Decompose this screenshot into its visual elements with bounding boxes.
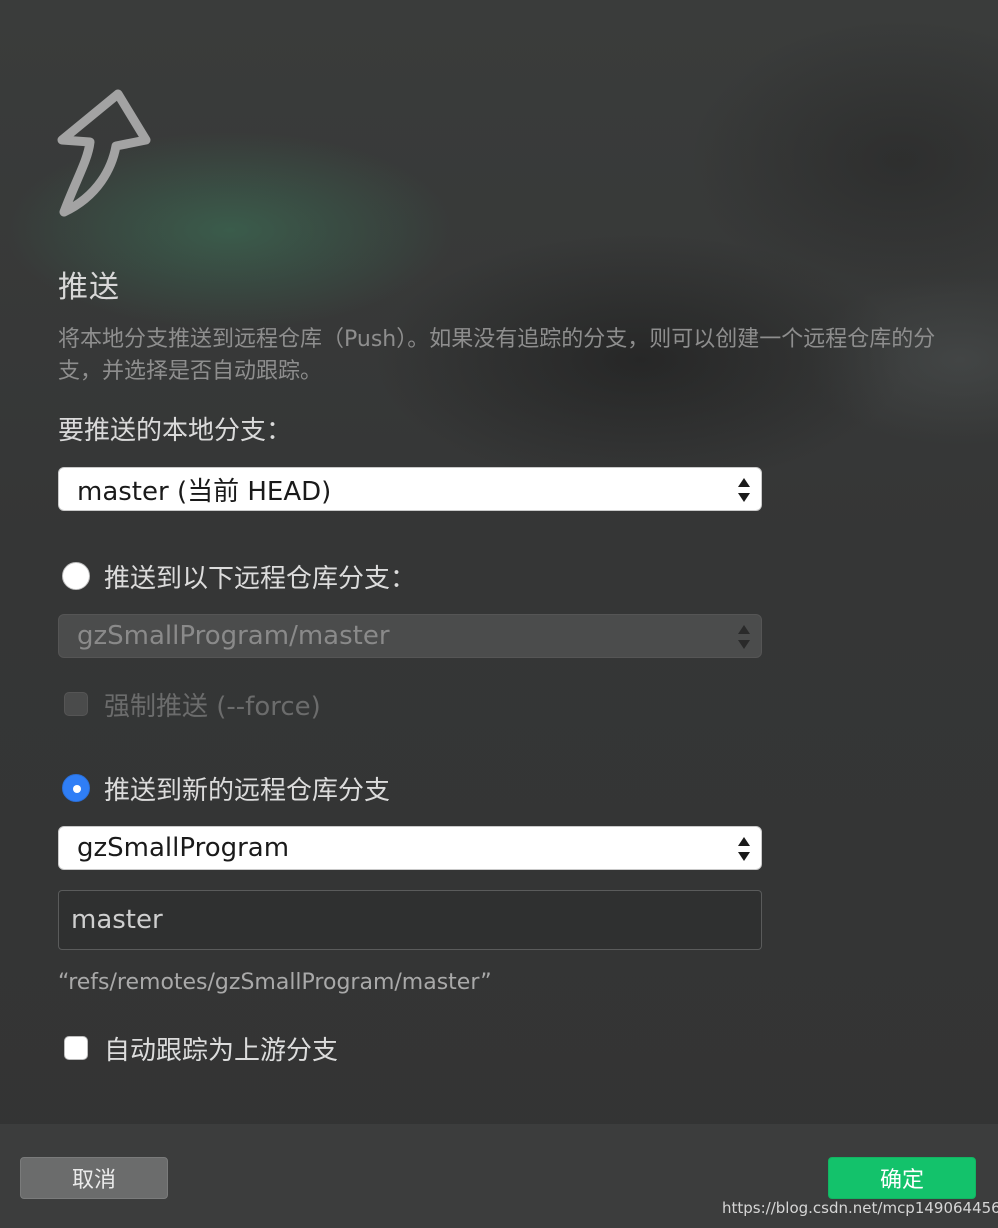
watermark-text: https://blog.csdn.net/mcp1490644562: [722, 1199, 998, 1217]
new-branch-name-input[interactable]: [58, 890, 762, 950]
existing-remote-branch-select: gzSmallProgram/master: [58, 614, 762, 658]
push-dialog: 推送 将本地分支推送到远程仓库（Push）。如果没有追踪的分支，则可以创建一个远…: [0, 0, 998, 1228]
radio-push-new-label[interactable]: 推送到新的远程仓库分支: [104, 770, 390, 807]
radio-push-existing-label[interactable]: 推送到以下远程仓库分支：: [104, 558, 416, 595]
confirm-button[interactable]: 确定: [828, 1157, 976, 1199]
local-branch-label: 要推送的本地分支：: [58, 416, 293, 446]
radio-push-existing[interactable]: [62, 562, 90, 590]
select-arrows-icon: [738, 837, 750, 861]
local-branch-value: master (当前 HEAD): [77, 476, 332, 507]
auto-track-label[interactable]: 自动跟踪为上游分支: [104, 1030, 338, 1067]
select-arrows-icon: [738, 625, 750, 649]
cancel-button[interactable]: 取消: [20, 1157, 168, 1199]
local-branch-select[interactable]: master (当前 HEAD): [58, 467, 762, 511]
dialog-description: 将本地分支推送到远程仓库（Push）。如果没有追踪的分支，则可以创建一个远程仓库…: [58, 327, 936, 384]
existing-remote-branch-value: gzSmallProgram/master: [77, 621, 390, 651]
force-push-checkbox: [64, 692, 88, 716]
remote-select-value: gzSmallProgram: [77, 833, 290, 863]
remote-select[interactable]: gzSmallProgram: [58, 826, 762, 870]
force-push-label: 强制推送 (--force): [104, 692, 321, 722]
dialog-title: 推送: [58, 270, 120, 305]
ref-path-hint: “refs/remotes/gzSmallProgram/master”: [58, 970, 492, 995]
radio-push-new[interactable]: [62, 774, 90, 802]
push-arrow-icon: [57, 89, 151, 217]
auto-track-checkbox[interactable]: [64, 1036, 88, 1060]
select-arrows-icon: [738, 478, 750, 502]
